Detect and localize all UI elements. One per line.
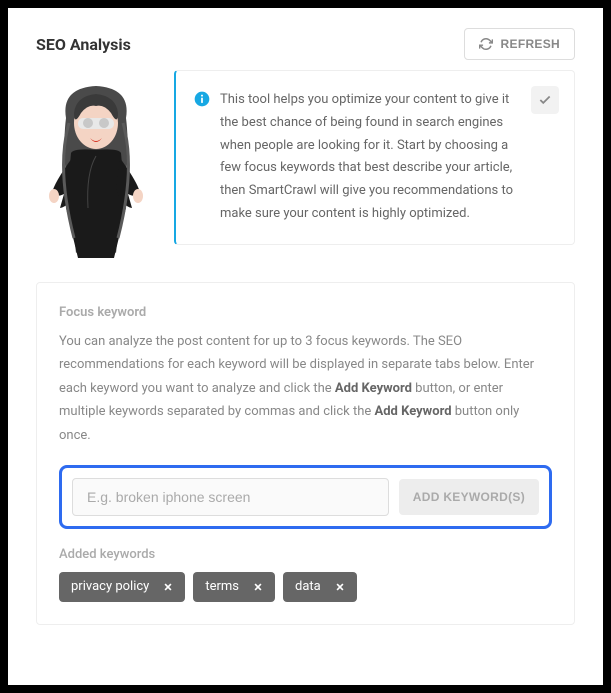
avatar	[36, 78, 156, 262]
keyword-input-row: ADD KEYWORD(S)	[59, 465, 552, 529]
info-text: This tool helps you optimize your conten…	[220, 89, 554, 226]
page-title: SEO Analysis	[36, 35, 131, 54]
close-icon	[163, 582, 173, 592]
added-keywords-list: privacy policy terms data	[59, 572, 552, 602]
close-icon	[335, 582, 345, 592]
info-icon	[194, 91, 210, 107]
keyword-tag: data	[283, 572, 357, 602]
focus-keyword-label: Focus keyword	[59, 305, 552, 320]
focus-keyword-description: You can analyze the post content for up …	[59, 330, 552, 447]
keyword-tag: privacy policy	[59, 572, 185, 602]
remove-keyword-button[interactable]	[331, 578, 349, 596]
focus-keyword-panel: Focus keyword You can analyze the post c…	[36, 282, 575, 625]
keyword-tag-label: privacy policy	[71, 579, 149, 594]
close-icon	[253, 582, 263, 592]
keyword-input[interactable]	[72, 478, 389, 516]
refresh-icon	[479, 37, 493, 51]
keyword-tag: terms	[193, 572, 275, 602]
info-notice: This tool helps you optimize your conten…	[174, 70, 575, 245]
added-keywords-label: Added keywords	[59, 547, 552, 562]
keyword-tag-label: data	[295, 579, 321, 594]
keyword-tag-label: terms	[205, 579, 239, 594]
add-keyword-button[interactable]: ADD KEYWORD(S)	[399, 479, 539, 515]
refresh-button[interactable]: REFRESH	[464, 28, 575, 60]
refresh-label: REFRESH	[501, 37, 560, 51]
remove-keyword-button[interactable]	[159, 578, 177, 596]
dismiss-button[interactable]	[531, 86, 559, 114]
remove-keyword-button[interactable]	[249, 578, 267, 596]
check-icon	[538, 93, 552, 107]
